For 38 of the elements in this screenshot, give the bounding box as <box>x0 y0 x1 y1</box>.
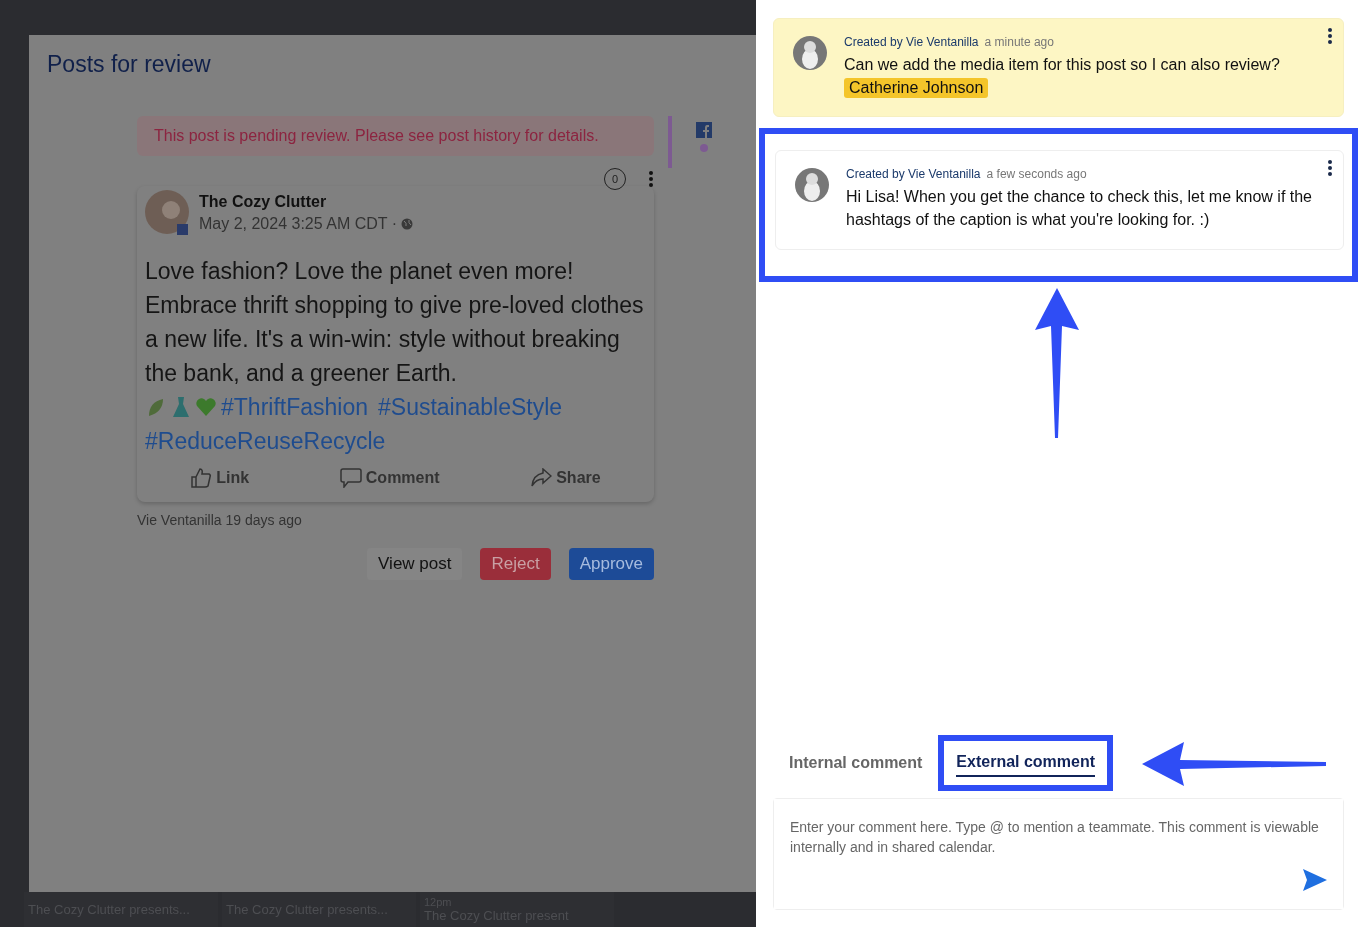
thumbs-up-icon <box>190 468 213 488</box>
social-icon <box>696 122 712 138</box>
reject-button[interactable]: Reject <box>480 548 551 580</box>
comment-text: Can we add the media item for this post so I can also review? <box>844 55 1281 75</box>
hashtag-link[interactable]: #ReduceReuseRecycle <box>145 424 386 458</box>
mention-tag[interactable]: Catherine Johnson <box>844 78 989 98</box>
more-icon[interactable] <box>1327 27 1333 45</box>
post-text: Love fashion? Love the planet even more! Embrace thrift shopping to give pre-loved clothes a new life. It's a win-win: style without breaking the bank, and a greener Earth. <box>145 257 645 388</box>
hashtag-link[interactable]: #ThriftFashion <box>221 390 368 424</box>
dress-icon <box>171 396 191 418</box>
comment-button[interactable]: Comment <box>331 464 448 492</box>
share-button[interactable]: Share <box>522 464 609 492</box>
like-button[interactable]: Link <box>182 464 258 492</box>
comment-text: Hi Lisa! When you get the chance to check this, let me know if the hashtags of the caption is what you're looking for. :) <box>846 187 1313 230</box>
comment-time: a few seconds ago <box>986 167 1087 181</box>
alert-text: This post is pending review. Please see post history for details. <box>154 127 599 144</box>
page-name: The Cozy Clutter <box>199 193 328 211</box>
comment-author: Created by Vie Ventanilla <box>844 35 979 49</box>
hashtag-link[interactable]: #SustainableStyle <box>378 390 563 424</box>
speech-bubble-icon <box>339 468 362 488</box>
globe-icon <box>401 218 413 230</box>
history-text: Vie Ventanilla 19 days ago <box>137 512 303 528</box>
comment-author: Created by Vie Ventanilla <box>846 167 981 181</box>
post-timestamp: May 2, 2024 3:25 AM CDT · <box>199 215 397 233</box>
view-post-button[interactable]: View post <box>367 548 463 580</box>
more-icon[interactable] <box>1327 159 1333 177</box>
send-icon[interactable] <box>1303 869 1327 891</box>
modal-title: Posts for review <box>47 51 212 78</box>
status-dot <box>700 144 708 152</box>
avatar-icon <box>792 35 828 71</box>
comment-tab[interactable]: Internal comment <box>789 750 923 776</box>
heart-icon <box>195 396 217 418</box>
avatar-icon <box>145 190 191 236</box>
avatar-icon <box>794 167 830 203</box>
comment-time: a minute ago <box>984 35 1054 49</box>
share-icon <box>530 468 553 488</box>
approve-button[interactable]: Approve <box>568 548 654 580</box>
comment-field[interactable]: Enter your comment here. Type @ to mention a teammate. This comment is viewable internally and in shared calendar. <box>773 798 1344 910</box>
